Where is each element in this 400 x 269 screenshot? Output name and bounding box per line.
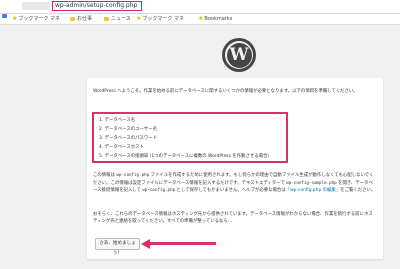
list-item: 2. データベースのユーザー名 bbox=[99, 127, 157, 132]
requirements-list: 1. データベース名 2. データベースのユーザー名 3. データベースのパスワ… bbox=[99, 116, 269, 161]
note-text: として保存してもかまいません。ヘルプが必要な場合は bbox=[175, 188, 286, 194]
bookmark-label: ブックマーク マネ bbox=[142, 16, 184, 22]
note-text: この情報は bbox=[93, 173, 117, 178]
bookmark-item[interactable]: ★ ブックマーク マネ bbox=[136, 14, 184, 24]
bookmark-item[interactable]: ニュース bbox=[104, 14, 131, 24]
folder-icon bbox=[104, 17, 109, 21]
apps-icon bbox=[2, 14, 7, 18]
note-code: wp-config-sample.php bbox=[286, 179, 337, 185]
bookmark-label: ニュース bbox=[111, 16, 131, 22]
bookmarks-bar: ★ ブックマーク マネ お仕事 ニュース ★ ブックマーク マネ ★ Bookm… bbox=[0, 14, 400, 25]
note-text: をご覧ください。 bbox=[340, 188, 376, 194]
setup-card bbox=[87, 78, 383, 259]
address-bar[interactable]: wp-admin/setup-config.php bbox=[52, 1, 142, 11]
bookmark-apps[interactable] bbox=[2, 14, 9, 18]
bookmark-item[interactable]: ★ ブックマーク マネ bbox=[12, 14, 60, 24]
logo-letter: W bbox=[226, 42, 252, 68]
annotation-arrow-head bbox=[141, 238, 150, 249]
list-item: 5. データベースの接頭辞 (1つのデータベースに複数の WordPress を… bbox=[99, 154, 270, 159]
help-link[interactable]: 「wp-config.php の編集」 bbox=[286, 188, 341, 193]
star-icon: ★ bbox=[198, 15, 204, 22]
url-host-blurred bbox=[22, 2, 50, 10]
list-item: 4. データベースホスト bbox=[99, 145, 144, 150]
bookmark-label: Bookmarks bbox=[204, 16, 233, 22]
star-icon: ★ bbox=[136, 15, 142, 22]
list-item: 1. データベース名 bbox=[99, 118, 136, 123]
intro-text: WordPress へようこそ。作業を始める前にデータベースに関するいくつかの情… bbox=[93, 89, 358, 94]
config-note: この情報は wp-config.php ファイルを作成するために使用されます。も… bbox=[93, 172, 377, 195]
bookmark-item[interactable]: ★ Bookmarks bbox=[198, 14, 232, 24]
lets-go-button[interactable]: さあ、始めましょう！ bbox=[95, 238, 140, 256]
browser-toolbar: wp-admin/setup-config.php bbox=[0, 0, 400, 14]
annotation-arrow bbox=[150, 242, 216, 245]
star-icon: ★ bbox=[12, 15, 18, 22]
bookmark-label: お仕事 bbox=[77, 16, 93, 22]
note-code: wp-config.php bbox=[116, 172, 150, 177]
bookmark-label: ブックマーク マネ bbox=[18, 16, 60, 22]
address-url: wp-admin/setup-config.php bbox=[55, 2, 138, 9]
note-code: wp-config.php bbox=[142, 187, 176, 193]
folder-icon bbox=[70, 17, 75, 21]
bookmark-item[interactable]: お仕事 bbox=[70, 14, 92, 24]
list-item: 3. データベースのパスワード bbox=[99, 136, 158, 141]
hosting-note: おそらく、これらのデータベース情報はホスティング先から提供されています。データベ… bbox=[93, 212, 373, 224]
wordpress-logo-icon: W bbox=[222, 38, 256, 72]
